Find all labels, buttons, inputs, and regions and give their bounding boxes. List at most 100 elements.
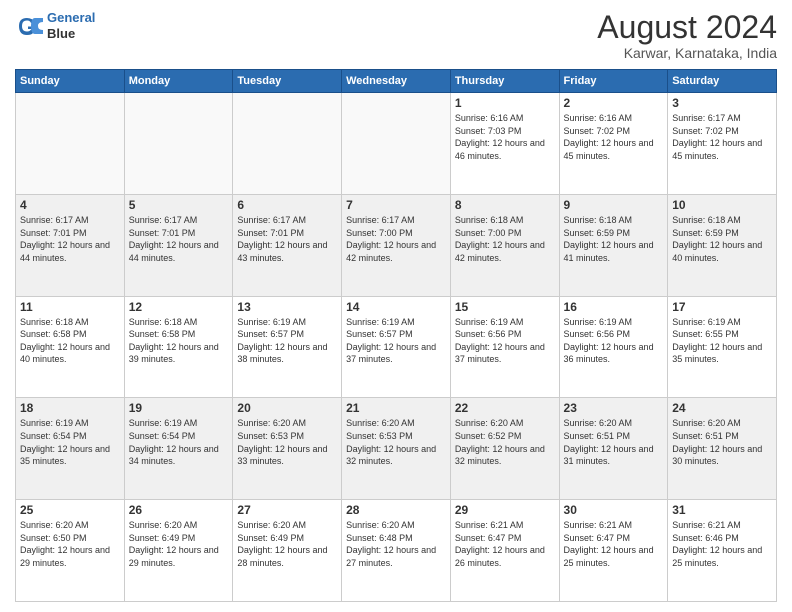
day-info: Sunrise: 6:19 AM Sunset: 6:54 PM Dayligh…	[129, 417, 229, 467]
day-info: Sunrise: 6:19 AM Sunset: 6:57 PM Dayligh…	[346, 316, 446, 366]
day-info: Sunrise: 6:21 AM Sunset: 6:46 PM Dayligh…	[672, 519, 772, 569]
day-info: Sunrise: 6:21 AM Sunset: 6:47 PM Dayligh…	[455, 519, 555, 569]
calendar-cell	[342, 93, 451, 195]
weekday-header-thursday: Thursday	[450, 70, 559, 93]
day-number: 3	[672, 96, 772, 110]
page: General Blue August 2024 Karwar, Karnata…	[0, 0, 792, 612]
calendar-cell: 13Sunrise: 6:19 AM Sunset: 6:57 PM Dayli…	[233, 296, 342, 398]
title-block: August 2024 Karwar, Karnataka, India	[597, 10, 777, 61]
day-number: 22	[455, 401, 555, 415]
day-info: Sunrise: 6:21 AM Sunset: 6:47 PM Dayligh…	[564, 519, 664, 569]
day-number: 10	[672, 198, 772, 212]
day-number: 29	[455, 503, 555, 517]
calendar-cell: 6 Sunrise: 6:17 AM Sunset: 7:01 PM Daylig…	[233, 194, 342, 296]
day-info: Sunrise: 6:18 AM Sunset: 6:58 PM Dayligh…	[20, 316, 120, 366]
calendar-cell: 25 Sunrise: 6:20 AM Sunset: 6:50 PM Dayli…	[16, 500, 125, 602]
day-info: Sunrise: 6:17 AM Sunset: 7:01 PM Dayligh…	[237, 214, 337, 264]
logo: General Blue	[15, 10, 95, 41]
day-info: Sunrise: 6:17 AM Sunset: 7:01 PM Dayligh…	[20, 214, 120, 264]
day-info: Sunrise: 6:20 AM Sunset: 6:53 PM Dayligh…	[346, 417, 446, 467]
day-number: 2	[564, 96, 664, 110]
day-number: 23	[564, 401, 664, 415]
calendar-cell: 2 Sunrise: 6:16 AM Sunset: 7:02 PM Daylig…	[559, 93, 668, 195]
calendar-cell: 17 Sunrise: 6:19 AM Sunset: 6:55 PM Dayli…	[668, 296, 777, 398]
weekday-header-monday: Monday	[124, 70, 233, 93]
calendar-cell: 19 Sunrise: 6:19 AM Sunset: 6:54 PM Dayli…	[124, 398, 233, 500]
day-info: Sunrise: 6:19 AM Sunset: 6:54 PM Dayligh…	[20, 417, 120, 467]
calendar-cell	[233, 93, 342, 195]
day-number: 4	[20, 198, 120, 212]
weekday-header-row: SundayMondayTuesdayWednesdayThursdayFrid…	[16, 70, 777, 93]
day-info: Sunrise: 6:20 AM Sunset: 6:50 PM Dayligh…	[20, 519, 120, 569]
header: General Blue August 2024 Karwar, Karnata…	[15, 10, 777, 61]
calendar-cell: 28 Sunrise: 6:20 AM Sunset: 6:48 PM Dayli…	[342, 500, 451, 602]
day-number: 14	[346, 300, 446, 314]
day-number: 31	[672, 503, 772, 517]
day-number: 19	[129, 401, 229, 415]
calendar-cell: 8Sunrise: 6:18 AM Sunset: 7:00 PM Daylig…	[450, 194, 559, 296]
day-info: Sunrise: 6:17 AM Sunset: 7:00 PM Dayligh…	[346, 214, 446, 264]
week-row-5: 25 Sunrise: 6:20 AM Sunset: 6:50 PM Dayli…	[16, 500, 777, 602]
day-number: 16	[564, 300, 664, 314]
day-number: 28	[346, 503, 446, 517]
calendar-cell: 21Sunrise: 6:20 AM Sunset: 6:53 PM Dayli…	[342, 398, 451, 500]
day-number: 20	[237, 401, 337, 415]
day-info: Sunrise: 6:18 AM Sunset: 6:58 PM Dayligh…	[129, 316, 229, 366]
calendar-cell: 27 Sunrise: 6:20 AM Sunset: 6:49 PM Dayli…	[233, 500, 342, 602]
day-number: 26	[129, 503, 229, 517]
day-info: Sunrise: 6:20 AM Sunset: 6:49 PM Dayligh…	[237, 519, 337, 569]
day-number: 18	[20, 401, 120, 415]
day-number: 9	[564, 198, 664, 212]
day-info: Sunrise: 6:18 AM Sunset: 6:59 PM Dayligh…	[564, 214, 664, 264]
day-number: 8	[455, 198, 555, 212]
day-info: Sunrise: 6:19 AM Sunset: 6:56 PM Dayligh…	[564, 316, 664, 366]
day-info: Sunrise: 6:19 AM Sunset: 6:56 PM Dayligh…	[455, 316, 555, 366]
month-title: August 2024	[597, 10, 777, 45]
calendar-cell: 11 Sunrise: 6:18 AM Sunset: 6:58 PM Dayli…	[16, 296, 125, 398]
day-number: 7	[346, 198, 446, 212]
calendar-cell: 22 Sunrise: 6:20 AM Sunset: 6:52 PM Dayli…	[450, 398, 559, 500]
weekday-header-friday: Friday	[559, 70, 668, 93]
calendar-cell: 10 Sunrise: 6:18 AM Sunset: 6:59 PM Dayli…	[668, 194, 777, 296]
day-info: Sunrise: 6:18 AM Sunset: 6:59 PM Dayligh…	[672, 214, 772, 264]
day-number: 12	[129, 300, 229, 314]
day-info: Sunrise: 6:20 AM Sunset: 6:53 PM Dayligh…	[237, 417, 337, 467]
calendar-cell: 23Sunrise: 6:20 AM Sunset: 6:51 PM Dayli…	[559, 398, 668, 500]
day-info: Sunrise: 6:19 AM Sunset: 6:55 PM Dayligh…	[672, 316, 772, 366]
day-number: 15	[455, 300, 555, 314]
calendar-cell	[16, 93, 125, 195]
day-number: 13	[237, 300, 337, 314]
day-info: Sunrise: 6:16 AM Sunset: 7:02 PM Dayligh…	[564, 112, 664, 162]
day-number: 5	[129, 198, 229, 212]
calendar-cell: 15 Sunrise: 6:19 AM Sunset: 6:56 PM Dayli…	[450, 296, 559, 398]
day-info: Sunrise: 6:20 AM Sunset: 6:52 PM Dayligh…	[455, 417, 555, 467]
location: Karwar, Karnataka, India	[597, 45, 777, 61]
day-number: 11	[20, 300, 120, 314]
week-row-1: 1Sunrise: 6:16 AM Sunset: 7:03 PM Daylig…	[16, 93, 777, 195]
weekday-header-wednesday: Wednesday	[342, 70, 451, 93]
weekday-header-sunday: Sunday	[16, 70, 125, 93]
day-info: Sunrise: 6:17 AM Sunset: 7:02 PM Dayligh…	[672, 112, 772, 162]
day-info: Sunrise: 6:16 AM Sunset: 7:03 PM Dayligh…	[455, 112, 555, 162]
calendar-cell: 20 Sunrise: 6:20 AM Sunset: 6:53 PM Dayli…	[233, 398, 342, 500]
calendar-cell: 24Sunrise: 6:20 AM Sunset: 6:51 PM Dayli…	[668, 398, 777, 500]
calendar-cell: 29 Sunrise: 6:21 AM Sunset: 6:47 PM Dayli…	[450, 500, 559, 602]
calendar-cell: 7 Sunrise: 6:17 AM Sunset: 7:00 PM Daylig…	[342, 194, 451, 296]
calendar-cell: 5Sunrise: 6:17 AM Sunset: 7:01 PM Daylig…	[124, 194, 233, 296]
logo-text: General Blue	[47, 10, 95, 41]
calendar-cell: 1Sunrise: 6:16 AM Sunset: 7:03 PM Daylig…	[450, 93, 559, 195]
day-number: 25	[20, 503, 120, 517]
calendar-cell: 16 Sunrise: 6:19 AM Sunset: 6:56 PM Dayli…	[559, 296, 668, 398]
calendar-cell	[124, 93, 233, 195]
day-info: Sunrise: 6:20 AM Sunset: 6:48 PM Dayligh…	[346, 519, 446, 569]
day-number: 27	[237, 503, 337, 517]
week-row-4: 18 Sunrise: 6:19 AM Sunset: 6:54 PM Dayli…	[16, 398, 777, 500]
day-number: 6	[237, 198, 337, 212]
calendar-cell: 30Sunrise: 6:21 AM Sunset: 6:47 PM Dayli…	[559, 500, 668, 602]
calendar-cell: 9 Sunrise: 6:18 AM Sunset: 6:59 PM Daylig…	[559, 194, 668, 296]
week-row-3: 11 Sunrise: 6:18 AM Sunset: 6:58 PM Dayli…	[16, 296, 777, 398]
calendar-table: SundayMondayTuesdayWednesdayThursdayFrid…	[15, 69, 777, 602]
day-number: 17	[672, 300, 772, 314]
calendar-cell: 4 Sunrise: 6:17 AM Sunset: 7:01 PM Daylig…	[16, 194, 125, 296]
logo-icon	[15, 12, 43, 40]
